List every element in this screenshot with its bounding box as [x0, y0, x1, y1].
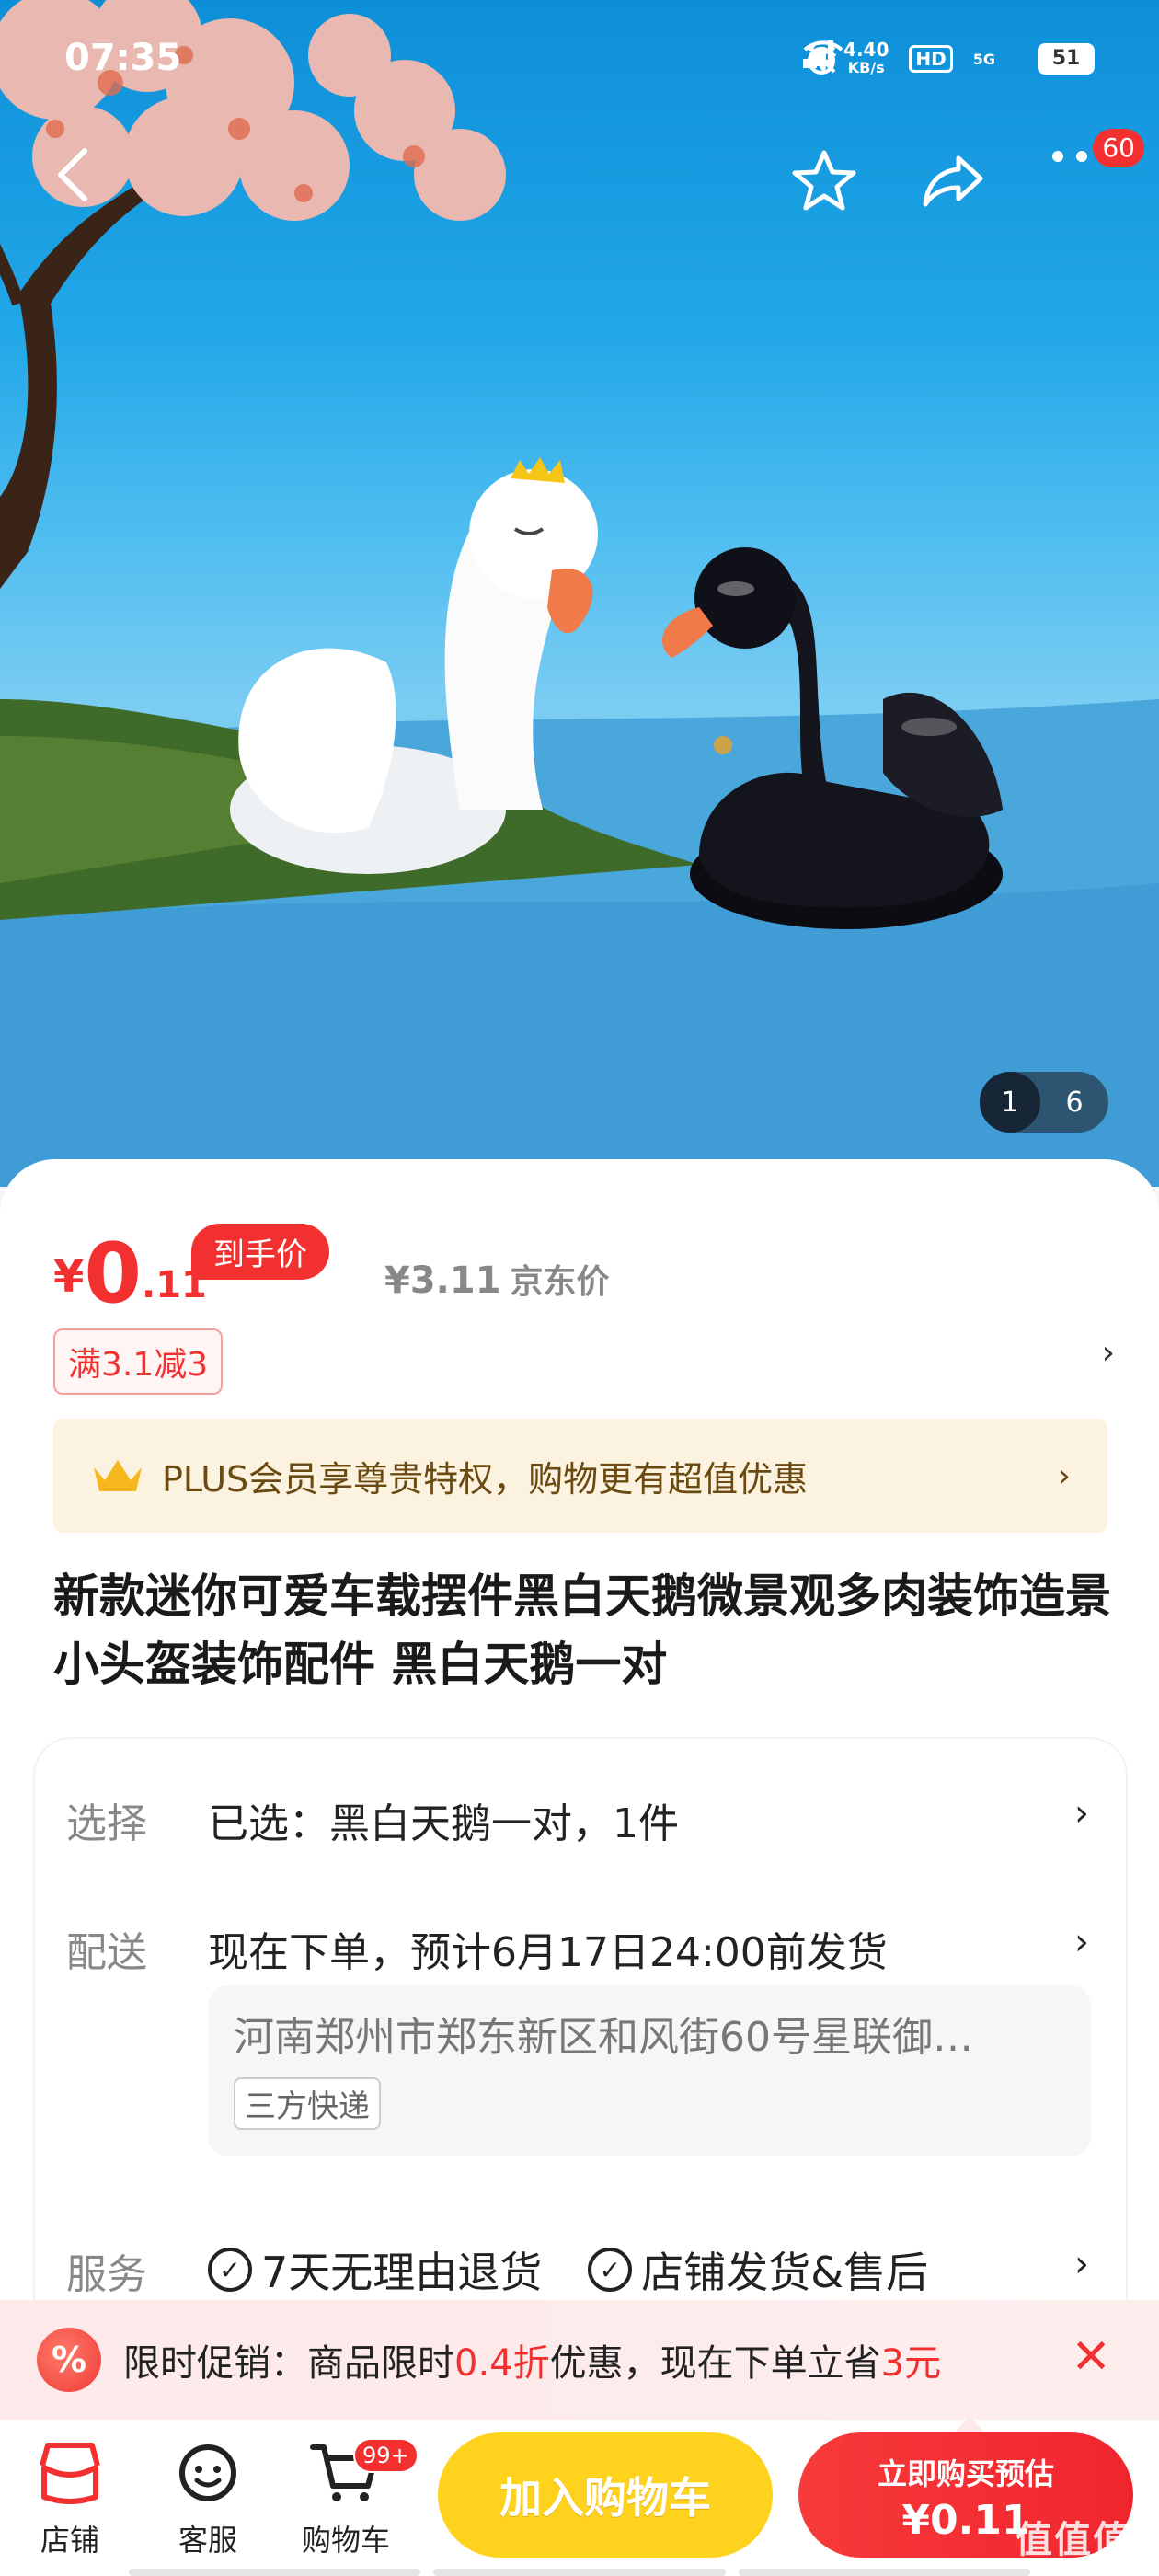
service-label: 服务	[66, 2251, 147, 2298]
promo-close-icon[interactable]: ✕	[1071, 2329, 1111, 2385]
buy-notch	[955, 2416, 984, 2432]
message-badge: 60	[1093, 129, 1144, 167]
jd-price: ¥3.11 京东价	[384, 1259, 610, 1302]
check-icon: ✓	[208, 2248, 252, 2292]
promo-bar[interactable]: % 限时促销：商品限时0.4折优惠，现在下单立省3元 ✕	[0, 2300, 1159, 2420]
back-arrow-icon	[58, 148, 87, 201]
home-indicator	[0, 2569, 1159, 2576]
shop-tab[interactable]: 店铺	[6, 2436, 134, 2559]
courier-tag: 三方快递	[234, 2077, 381, 2130]
hd-icon: HD	[909, 45, 953, 73]
delivery-arrow-icon: ›	[1074, 1921, 1089, 1963]
shop-icon	[33, 2436, 107, 2510]
watermark: 值值值	[1016, 2519, 1131, 2561]
promo-text: 限时促销：商品限时0.4折优惠，现在下单立省3元	[123, 2342, 942, 2385]
cart-tab[interactable]: 99+ 购物车	[281, 2436, 419, 2559]
pager-total: 6	[1065, 1086, 1084, 1119]
back-button[interactable]	[55, 147, 110, 221]
check-icon: ✓	[588, 2248, 633, 2292]
favorite-button[interactable]	[791, 147, 865, 221]
signal-icon: 5G	[803, 40, 997, 68]
service-items: ✓ 7天无理由退货 ✓ 店铺发货&售后	[208, 2239, 928, 2300]
coupon-arrow-icon[interactable]: ›	[1102, 1334, 1115, 1372]
cart-label: 购物车	[301, 2523, 390, 2558]
star-icon	[792, 150, 856, 211]
plus-text: PLUS会员享尊贵特权，购物更有超值优惠	[162, 1458, 809, 1500]
crown-icon	[94, 1460, 142, 1491]
delivery-label: 配送	[66, 1929, 147, 1976]
network-speed: 4.40 KB/s	[843, 39, 889, 76]
service-aftersale: 店铺发货&售后	[641, 2248, 929, 2297]
share-icon	[923, 155, 983, 207]
shop-label: 店铺	[40, 2523, 99, 2558]
address-text: 河南郑州市郑东新区和风街60号星联御…	[234, 2014, 973, 2061]
plus-membership-banner[interactable]: PLUS会员享尊贵特权，购物更有超值优惠 ›	[53, 1419, 1107, 1533]
delivery-value: 现在下单，预计6月17日24:00前发货	[208, 1929, 888, 1976]
bottom-action-bar: 店铺 客服 99+ 购物车 加入购物车 立即购买预估 ¥0.11 值值值	[0, 2416, 1159, 2576]
cart-badge: 99+	[353, 2438, 419, 2473]
battery-icon: 51	[1038, 43, 1095, 75]
discount-icon: %	[37, 2328, 101, 2392]
product-image-gallery[interactable]: 07:35 4.40 KB/s HD 5G 51 60 1 6	[0, 0, 1159, 1187]
final-price: ¥ 0 .11	[53, 1225, 207, 1322]
buy-label: 立即购买预估	[877, 2456, 1054, 2491]
select-value: 已选：黑白天鹅一对，1件	[208, 1800, 679, 1847]
customer-service-icon	[171, 2436, 245, 2510]
service-tab[interactable]: 客服	[143, 2436, 272, 2559]
service-return: 7天无理由退货	[261, 2248, 543, 2297]
status-bar: 07:35 4.40 KB/s HD 5G 51	[64, 37, 1095, 92]
status-time: 07:35	[64, 37, 182, 79]
address-box[interactable]: 河南郑州市郑东新区和风街60号星联御… 三方快递	[208, 1985, 1091, 2156]
service-label-tab: 客服	[178, 2523, 237, 2558]
plus-arrow-icon: ›	[1057, 1456, 1071, 1495]
pager-current: 1	[980, 1072, 1040, 1133]
more-button[interactable]: 60	[1049, 129, 1144, 221]
gallery-pager: 1 6	[980, 1072, 1108, 1133]
share-button[interactable]	[920, 147, 993, 221]
add-to-cart-button[interactable]: 加入购物车	[438, 2432, 773, 2558]
select-label: 选择	[66, 1800, 147, 1847]
coupon-tag[interactable]: 满3.1减3	[53, 1328, 224, 1395]
service-arrow-icon: ›	[1074, 2243, 1089, 2285]
price-row: ¥ 0 .11	[53, 1224, 207, 1316]
select-arrow-icon: ›	[1074, 1792, 1089, 1834]
product-title: 新款迷你可爱车载摆件黑白天鹅微景观多肉装饰造景小头盔装饰配件 黑白天鹅一对	[53, 1570, 1111, 1691]
final-price-tag: 到手价	[191, 1224, 329, 1280]
